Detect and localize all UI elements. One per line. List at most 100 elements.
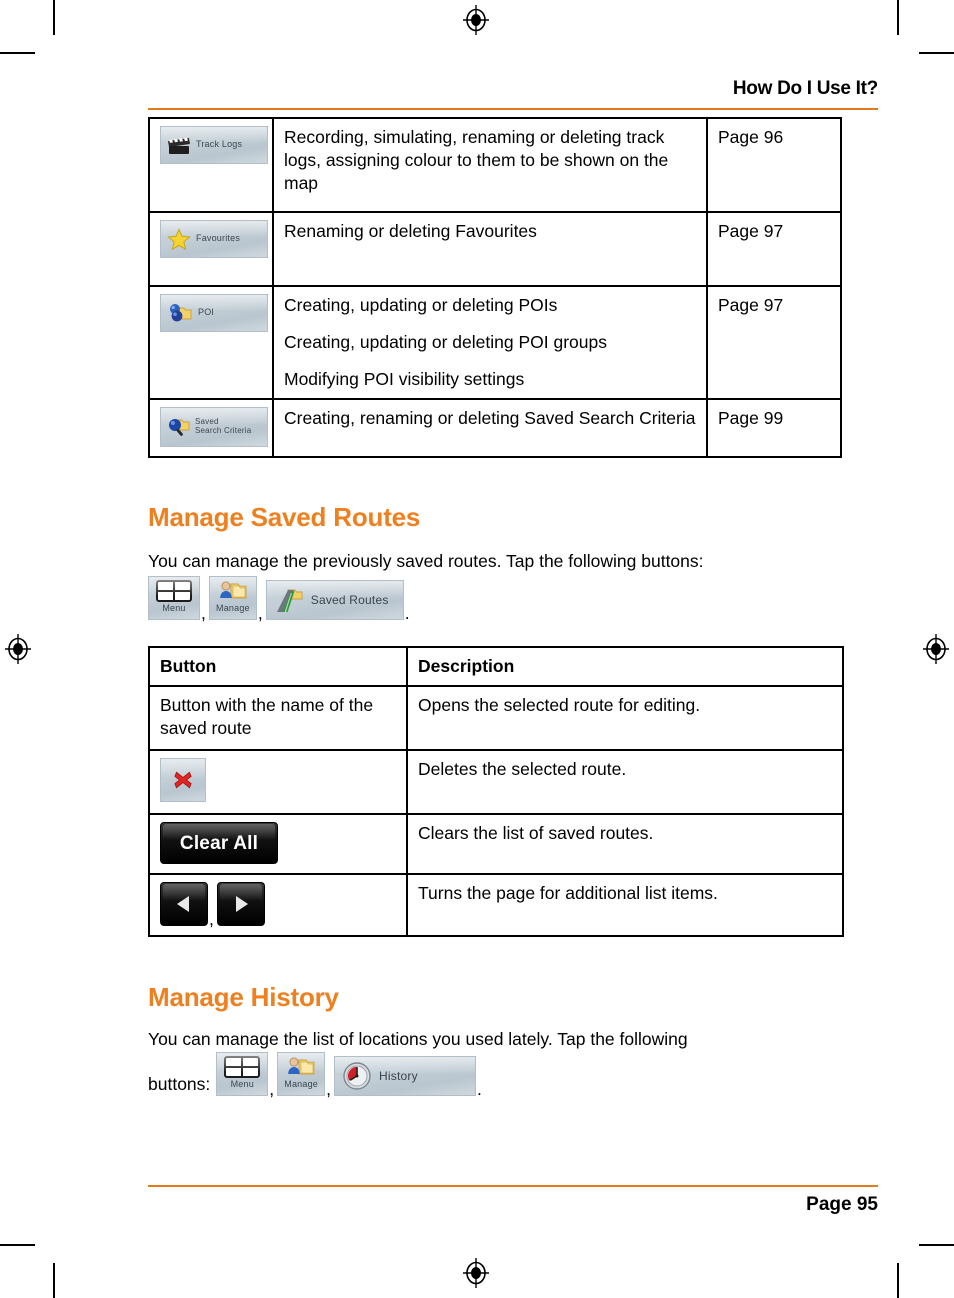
poi-icon-label: POI [198, 307, 215, 318]
table-row: POI Creating, updating or deleting POIs … [148, 284, 842, 401]
manage-history-intro: You can manage the list of locations you… [148, 1029, 688, 1049]
previous-page-button[interactable] [160, 882, 208, 927]
favourites-icon[interactable]: Favourites [160, 220, 268, 258]
star-glyph [167, 228, 191, 250]
path-terminator: . [477, 1078, 482, 1099]
crop-mark-top-left-vertical [53, 0, 55, 35]
manage-history-buttons-label: buttons: [148, 1074, 211, 1094]
manage-saved-routes-intro: You can manage the previously saved rout… [148, 551, 704, 571]
footer-rule [148, 1185, 878, 1187]
button-description: Clears the list of saved routes. [406, 813, 844, 876]
manage-button[interactable]: Manage [208, 576, 257, 620]
feature-description: Renaming or deleting Favourites [272, 211, 708, 287]
column-header-description: Description [406, 645, 844, 688]
crop-mark-top-right-horizontal [919, 52, 954, 54]
feature-description: Creating, renaming or deleting Saved Sea… [272, 398, 708, 459]
path-separator: , [209, 908, 214, 929]
poi-icon[interactable]: POI [160, 294, 268, 332]
button-cell-icon: , [148, 873, 408, 938]
clear-all-button[interactable]: Clear All [160, 822, 278, 865]
crop-mark-bottom-left-horizontal [0, 1244, 35, 1246]
button-cell-icon: Clear All [148, 813, 408, 876]
page-number: Page 95 [806, 1194, 878, 1215]
menu-button[interactable]: Menu [148, 576, 200, 620]
manage-saved-routes-heading: Manage Saved Routes [148, 502, 421, 532]
menu-button[interactable]: Menu [216, 1052, 269, 1096]
manage-folder-person-icon [218, 579, 248, 603]
table-header-row: Button Description [148, 645, 844, 688]
feature-page-ref: Page 97 [706, 284, 842, 401]
menu-grid-icon [156, 580, 192, 602]
chevron-right-icon [235, 896, 248, 913]
red-x-delete-icon [172, 769, 194, 791]
crop-mark-top-right-vertical [897, 0, 899, 35]
manage-button-label: Manage [216, 603, 250, 613]
chevron-left-icon [177, 896, 189, 913]
track-logs-icon-label: Track Logs [196, 139, 243, 150]
feature-page-ref: Page 96 [706, 117, 842, 213]
table-row: Button with the name of the saved route … [148, 685, 844, 752]
menu-button-label: Menu [162, 603, 186, 613]
saved-routes-road-icon [274, 587, 304, 613]
path-separator: , [269, 1078, 275, 1099]
feature-description-line: Creating, updating or deleting POI group… [284, 332, 607, 353]
table-row: Deletes the selected route. [148, 749, 844, 816]
button-cell-text: Button with the name of the saved route [148, 685, 408, 752]
table-row: Saved Search Criteria Creating, renaming… [148, 398, 842, 459]
saved-search-criteria-label-line1: Saved [195, 417, 219, 427]
crop-mark-bottom-right-horizontal [919, 1244, 954, 1246]
history-clock-icon [342, 1061, 372, 1091]
manage-button-label: Manage [284, 1079, 319, 1089]
feature-description-line: Modifying POI visibility settings [284, 369, 525, 390]
feature-description: Recording, simulating, renaming or delet… [272, 117, 708, 213]
delete-route-button[interactable] [160, 758, 206, 803]
path-separator: , [201, 602, 206, 623]
button-description: Turns the page for additional list items… [406, 873, 844, 938]
history-button[interactable]: History [334, 1056, 477, 1096]
document-page: How Do I Use It? Track Logs Recording, s… [0, 0, 954, 1298]
saved-search-criteria-icon[interactable]: Saved Search Criteria [160, 407, 268, 448]
manage-saved-routes-button-path: Menu , Manage , Saved Routes . [148, 576, 413, 623]
registration-mark-right [923, 634, 949, 664]
table-row: Favourites Renaming or deleting Favourit… [148, 211, 842, 287]
feature-reference-table: Track Logs Recording, simulating, renami… [148, 117, 842, 459]
manage-button[interactable]: Manage [277, 1052, 326, 1096]
history-button-label: History [379, 1069, 418, 1083]
saved-routes-button-label: Saved Routes [310, 593, 389, 607]
table-row: Track Logs Recording, simulating, renami… [148, 117, 842, 213]
saved-routes-button[interactable]: Saved Routes [265, 580, 404, 620]
menu-button-label: Menu [230, 1079, 254, 1089]
running-header-title: How Do I Use It? [732, 78, 878, 99]
menu-grid-icon [224, 1056, 261, 1078]
page-arrows-group: , [160, 882, 397, 929]
path-terminator: . [404, 602, 410, 623]
poi-folder-glyph [167, 302, 193, 324]
feature-page-ref: Page 97 [706, 211, 842, 287]
manage-folder-person-icon [286, 1055, 316, 1079]
crop-mark-bottom-left-vertical [53, 1263, 55, 1298]
saved-search-criteria-icon-label: Saved Search Criteria [195, 417, 252, 436]
button-cell-icon [148, 749, 408, 816]
clapperboard-glyph [167, 135, 191, 155]
crop-mark-bottom-right-vertical [897, 1263, 899, 1298]
crop-mark-top-left-horizontal [0, 52, 35, 54]
saved-search-criteria-label-line2: Search Criteria [195, 426, 252, 436]
next-page-button[interactable] [216, 882, 265, 927]
registration-mark-bottom [463, 1258, 489, 1288]
feature-icon-cell: Track Logs [148, 117, 274, 213]
table-row: , Turns the page for additional list ite… [148, 873, 844, 938]
magnifier-folder-glyph [167, 416, 190, 438]
button-description: Deletes the selected route. [406, 749, 844, 816]
button-description: Opens the selected route for editing. [406, 685, 844, 752]
feature-icon-cell: POI [148, 284, 274, 401]
feature-icon-cell: Favourites [148, 211, 274, 287]
registration-mark-left [5, 634, 31, 664]
manage-history-heading: Manage History [148, 982, 339, 1012]
path-separator: , [326, 1078, 332, 1099]
column-header-button: Button [148, 645, 408, 688]
saved-routes-button-table: Button Description Button with the name … [148, 645, 844, 938]
track-logs-icon[interactable]: Track Logs [160, 126, 268, 164]
feature-page-ref: Page 99 [706, 398, 842, 459]
feature-description: Creating, updating or deleting POIs Crea… [272, 284, 708, 401]
path-separator: , [257, 602, 263, 623]
